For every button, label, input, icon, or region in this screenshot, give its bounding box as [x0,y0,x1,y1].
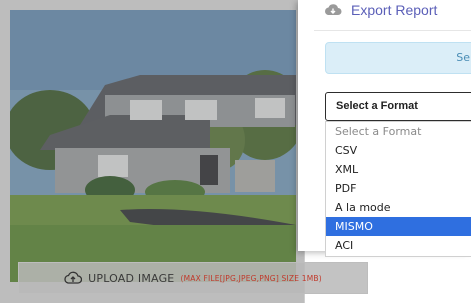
option-a-la-mode[interactable]: A la mode [326,198,471,217]
divider [314,30,471,31]
option-select-a-format[interactable]: Select a Format [326,122,471,141]
upload-size-hint: (MAX FILE[JPG,JPEG,PNG] SIZE 1MB) [180,273,322,283]
format-select-value: Select a Format [336,100,418,112]
format-options-list: Select a Format CSV XML PDF A la mode MI… [325,121,471,257]
option-aci[interactable]: ACI [326,236,471,255]
option-mismo[interactable]: MISMO [326,217,471,236]
panel-header: Export Report [324,0,437,20]
info-text: Se [456,51,470,64]
upload-image-label: UPLOAD IMAGE [88,271,175,285]
upload-image-button[interactable]: UPLOAD IMAGE (MAX FILE[JPG,JPEG,PNG] SIZ… [18,262,368,294]
panel-title: Export Report [351,2,438,18]
option-xml[interactable]: XML [326,160,471,179]
option-csv[interactable]: CSV [326,141,471,160]
export-report-panel: Export Report Se Select a Format Select … [298,0,471,257]
property-photo-card: UPLOAD IMAGE (MAX FILE[JPG,JPEG,PNG] SIZ… [0,0,368,303]
cloud-download-icon [325,4,342,16]
info-box: Se [325,42,471,74]
format-select[interactable]: Select a Format [325,92,471,121]
photo-overlay [0,0,304,303]
cloud-upload-icon [64,271,83,284]
option-pdf[interactable]: PDF [326,179,471,198]
